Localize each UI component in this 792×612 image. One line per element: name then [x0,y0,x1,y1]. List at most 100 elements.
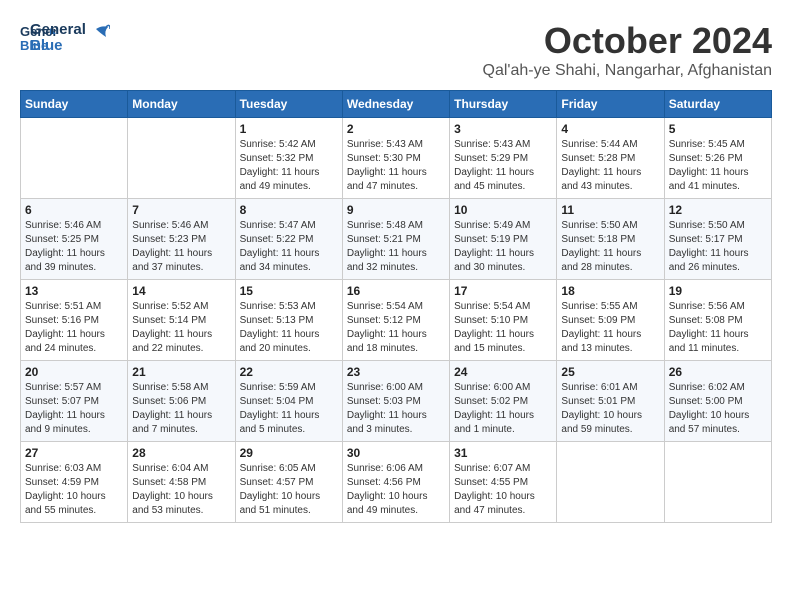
calendar-cell: 24 Sunrise: 6:00 AM Sunset: 5:02 PM Dayli… [450,361,557,442]
logo-general: General [30,22,86,39]
day-number: 19 [669,284,767,298]
calendar-cell: 23 Sunrise: 6:00 AM Sunset: 5:03 PM Dayli… [342,361,449,442]
day-detail: Sunrise: 6:05 AM Sunset: 4:57 PM Dayligh… [240,462,338,518]
day-detail: Sunrise: 5:53 AM Sunset: 5:13 PM Dayligh… [240,300,338,356]
day-detail: Sunrise: 5:45 AM Sunset: 5:26 PM Dayligh… [669,138,767,194]
weekday-header-row: SundayMondayTuesdayWednesdayThursdayFrid… [21,91,772,118]
month-title: October 2024 [483,20,772,62]
day-detail: Sunrise: 5:54 AM Sunset: 5:12 PM Dayligh… [347,300,445,356]
calendar-cell: 28 Sunrise: 6:04 AM Sunset: 4:58 PM Dayli… [128,442,235,523]
day-detail: Sunrise: 5:50 AM Sunset: 5:18 PM Dayligh… [561,219,659,275]
calendar-cell [557,442,664,523]
calendar-cell: 22Sunrise: 5:59 AM Sunset: 5:04 PM Dayli… [235,361,342,442]
calendar-cell: 8Sunrise: 5:47 AM Sunset: 5:22 PM Daylig… [235,199,342,280]
calendar-cell: 1Sunrise: 5:42 AM Sunset: 5:32 PM Daylig… [235,118,342,199]
day-detail: Sunrise: 6:07 AM Sunset: 4:55 PM Dayligh… [454,462,552,518]
day-detail: Sunrise: 5:46 AM Sunset: 5:23 PM Dayligh… [132,219,230,275]
day-number: 10 [454,203,552,217]
calendar-cell: 30Sunrise: 6:06 AM Sunset: 4:56 PM Dayli… [342,442,449,523]
calendar-cell: 15 Sunrise: 5:53 AM Sunset: 5:13 PM Dayli… [235,280,342,361]
calendar-cell: 20 Sunrise: 5:57 AM Sunset: 5:07 PM Dayli… [21,361,128,442]
day-detail: Sunrise: 5:54 AM Sunset: 5:10 PM Dayligh… [454,300,552,356]
calendar-cell: 18Sunrise: 5:55 AM Sunset: 5:09 PM Dayli… [557,280,664,361]
calendar-cell: 5 Sunrise: 5:45 AM Sunset: 5:26 PM Daylig… [664,118,771,199]
day-number: 2 [347,122,445,136]
day-number: 26 [669,365,767,379]
day-detail: Sunrise: 5:49 AM Sunset: 5:19 PM Dayligh… [454,219,552,275]
weekday-header: Wednesday [342,91,449,118]
calendar-week-row: 27Sunrise: 6:03 AM Sunset: 4:59 PM Dayli… [21,442,772,523]
day-detail: Sunrise: 5:55 AM Sunset: 5:09 PM Dayligh… [561,300,659,356]
day-detail: Sunrise: 5:58 AM Sunset: 5:06 PM Dayligh… [132,381,230,437]
calendar-cell [664,442,771,523]
day-number: 31 [454,446,552,460]
day-number: 9 [347,203,445,217]
page-header: General Blue General Blue October 2024 Q… [20,20,772,80]
calendar-table: SundayMondayTuesdayWednesdayThursdayFrid… [20,90,772,523]
day-detail: Sunrise: 5:57 AM Sunset: 5:07 PM Dayligh… [25,381,123,437]
day-number: 29 [240,446,338,460]
day-number: 21 [132,365,230,379]
calendar-cell: 9 Sunrise: 5:48 AM Sunset: 5:21 PM Daylig… [342,199,449,280]
calendar-cell: 12 Sunrise: 5:50 AM Sunset: 5:17 PM Dayli… [664,199,771,280]
calendar-cell: 21 Sunrise: 5:58 AM Sunset: 5:06 PM Dayli… [128,361,235,442]
day-number: 5 [669,122,767,136]
day-detail: Sunrise: 5:59 AM Sunset: 5:04 PM Dayligh… [240,381,338,437]
weekday-header: Sunday [21,91,128,118]
calendar-week-row: 20 Sunrise: 5:57 AM Sunset: 5:07 PM Dayli… [21,361,772,442]
calendar-cell: 26 Sunrise: 6:02 AM Sunset: 5:00 PM Dayli… [664,361,771,442]
day-detail: Sunrise: 6:00 AM Sunset: 5:03 PM Dayligh… [347,381,445,437]
calendar-cell: 3Sunrise: 5:43 AM Sunset: 5:29 PM Daylig… [450,118,557,199]
day-number: 7 [132,203,230,217]
day-number: 27 [25,446,123,460]
day-detail: Sunrise: 6:02 AM Sunset: 5:00 PM Dayligh… [669,381,767,437]
day-detail: Sunrise: 5:48 AM Sunset: 5:21 PM Dayligh… [347,219,445,275]
logo-bird-icon [88,23,110,45]
weekday-header: Saturday [664,91,771,118]
day-number: 23 [347,365,445,379]
day-number: 4 [561,122,659,136]
calendar-cell: 4 Sunrise: 5:44 AM Sunset: 5:28 PM Daylig… [557,118,664,199]
calendar-cell [128,118,235,199]
calendar-cell: 17 Sunrise: 5:54 AM Sunset: 5:10 PM Dayli… [450,280,557,361]
day-number: 13 [25,284,123,298]
day-detail: Sunrise: 6:00 AM Sunset: 5:02 PM Dayligh… [454,381,552,437]
calendar-cell: 14 Sunrise: 5:52 AM Sunset: 5:14 PM Dayli… [128,280,235,361]
location-title: Qal'ah-ye Shahi, Nangarhar, Afghanistan [483,62,772,80]
calendar-cell: 16 Sunrise: 5:54 AM Sunset: 5:12 PM Dayli… [342,280,449,361]
calendar-cell: 13 Sunrise: 5:51 AM Sunset: 5:16 PM Dayli… [21,280,128,361]
calendar-cell: 10 Sunrise: 5:49 AM Sunset: 5:19 PM Dayli… [450,199,557,280]
calendar-week-row: 13 Sunrise: 5:51 AM Sunset: 5:16 PM Dayli… [21,280,772,361]
day-detail: Sunrise: 6:04 AM Sunset: 4:58 PM Dayligh… [132,462,230,518]
day-number: 15 [240,284,338,298]
calendar-cell: 25Sunrise: 6:01 AM Sunset: 5:01 PM Dayli… [557,361,664,442]
day-detail: Sunrise: 6:01 AM Sunset: 5:01 PM Dayligh… [561,381,659,437]
day-detail: Sunrise: 5:42 AM Sunset: 5:32 PM Dayligh… [240,138,338,194]
calendar-week-row: 6 Sunrise: 5:46 AM Sunset: 5:25 PM Daylig… [21,199,772,280]
weekday-header: Tuesday [235,91,342,118]
calendar-cell [21,118,128,199]
day-number: 20 [25,365,123,379]
day-detail: Sunrise: 5:51 AM Sunset: 5:16 PM Dayligh… [25,300,123,356]
weekday-header: Friday [557,91,664,118]
day-number: 3 [454,122,552,136]
day-detail: Sunrise: 5:50 AM Sunset: 5:17 PM Dayligh… [669,219,767,275]
day-number: 14 [132,284,230,298]
calendar-cell: 2Sunrise: 5:43 AM Sunset: 5:30 PM Daylig… [342,118,449,199]
day-detail: Sunrise: 5:46 AM Sunset: 5:25 PM Dayligh… [25,219,123,275]
calendar-week-row: 1Sunrise: 5:42 AM Sunset: 5:32 PM Daylig… [21,118,772,199]
day-number: 17 [454,284,552,298]
calendar-cell: 11Sunrise: 5:50 AM Sunset: 5:18 PM Dayli… [557,199,664,280]
calendar-cell: 29 Sunrise: 6:05 AM Sunset: 4:57 PM Dayli… [235,442,342,523]
day-number: 6 [25,203,123,217]
day-number: 28 [132,446,230,460]
day-detail: Sunrise: 5:52 AM Sunset: 5:14 PM Dayligh… [132,300,230,356]
calendar-cell: 19 Sunrise: 5:56 AM Sunset: 5:08 PM Dayli… [664,280,771,361]
day-number: 24 [454,365,552,379]
day-detail: Sunrise: 5:44 AM Sunset: 5:28 PM Dayligh… [561,138,659,194]
calendar-cell: 27Sunrise: 6:03 AM Sunset: 4:59 PM Dayli… [21,442,128,523]
day-number: 12 [669,203,767,217]
day-number: 16 [347,284,445,298]
day-detail: Sunrise: 5:56 AM Sunset: 5:08 PM Dayligh… [669,300,767,356]
logo-blue: Blue [30,38,86,55]
